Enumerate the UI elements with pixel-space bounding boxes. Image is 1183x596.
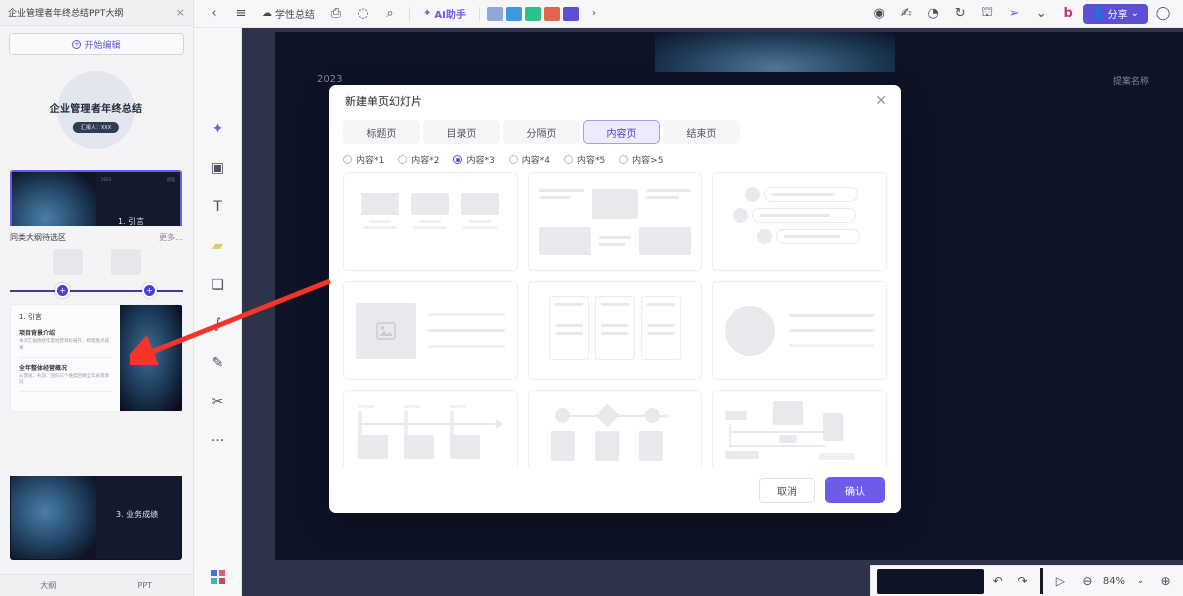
- template-center-block-with-side-text[interactable]: [527, 172, 703, 271]
- template-circle-with-text-lines[interactable]: [712, 281, 887, 380]
- radio-dot-icon: [508, 155, 518, 164]
- radio-content-more[interactable]: 内容>5: [619, 153, 663, 166]
- tab-end-page[interactable]: 结束页: [663, 120, 740, 144]
- template-stacked-pill-rows[interactable]: [712, 172, 887, 271]
- radio-dot-icon: [398, 155, 408, 164]
- image-placeholder-icon: [376, 321, 396, 340]
- dialog-title: 新建单页幻灯片: [345, 95, 422, 108]
- radio-content-3[interactable]: 内容*3: [453, 153, 495, 166]
- radio-label: 内容>5: [632, 156, 664, 166]
- dialog-tabs: 标题页 目录页 分隔页 内容页 结束页: [329, 120, 901, 144]
- close-icon[interactable]: ✕: [875, 94, 887, 108]
- tab-section-page[interactable]: 分隔页: [503, 120, 580, 144]
- radio-label: 内容*5: [576, 156, 606, 166]
- tab-content-page[interactable]: 内容页: [583, 120, 660, 144]
- radio-dot-icon: [619, 155, 629, 164]
- radio-dot-icon: [453, 155, 463, 164]
- template-three-blocks-with-captions[interactable]: [343, 172, 518, 271]
- template-grid-scroll[interactable]: [329, 172, 901, 467]
- radio-label: 内容*2: [411, 156, 440, 166]
- template-image-left-text-right[interactable]: [343, 281, 518, 380]
- new-slide-dialog: 新建单页幻灯片 ✕ 标题页 目录页 分隔页 内容页 结束页 内容*1 内容*2 …: [329, 85, 901, 513]
- radio-dot-icon: [343, 155, 352, 164]
- radio-label: 内容*3: [466, 156, 495, 166]
- tab-toc-page[interactable]: 目录页: [423, 120, 500, 144]
- template-grid: [343, 172, 887, 467]
- template-node-chain-steps[interactable]: [527, 390, 703, 467]
- dialog-header: 新建单页幻灯片 ✕: [329, 85, 901, 117]
- tab-title-page[interactable]: 标题页: [343, 120, 420, 144]
- template-three-text-cards[interactable]: [527, 281, 703, 380]
- confirm-button[interactable]: 确认: [825, 477, 885, 503]
- dialog-footer: 取消 确认: [329, 467, 901, 513]
- template-flow-diagram-boxes[interactable]: [712, 390, 887, 467]
- cancel-button[interactable]: 取消: [759, 477, 815, 503]
- content-count-radio-group: 内容*1 内容*2 内容*3 内容*4 内容*5 内容>5: [329, 144, 901, 172]
- radio-content-2[interactable]: 内容*2: [398, 153, 439, 166]
- radio-content-5[interactable]: 内容*5: [563, 153, 606, 166]
- radio-content-4[interactable]: 内容*4: [508, 153, 550, 166]
- radio-label: 内容*4: [521, 156, 550, 166]
- radio-dot-icon: [563, 155, 573, 164]
- radio-label: 内容*1: [356, 156, 385, 166]
- radio-content-1[interactable]: 内容*1: [343, 153, 384, 166]
- template-timeline-arrow-steps[interactable]: [343, 390, 518, 467]
- app-root: 企业管理者年终总结PPT大纲 × + 开始编辑 企业管理者年终总结 汇报人：XX…: [0, 0, 1183, 596]
